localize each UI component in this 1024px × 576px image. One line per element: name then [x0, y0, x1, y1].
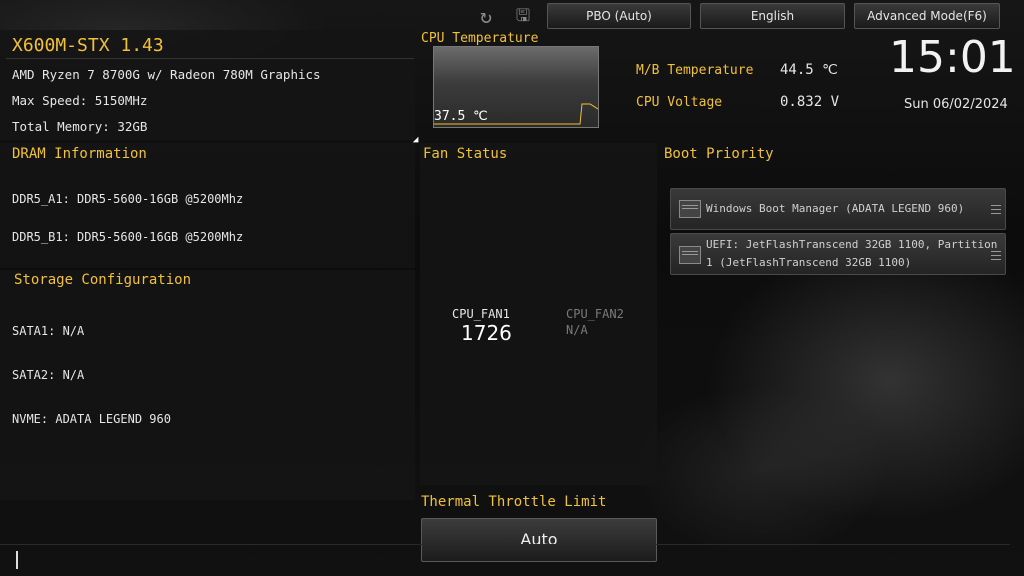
clock-date: Sun 06/02/2024	[904, 97, 1008, 112]
thermal-title: Thermal Throttle Limit	[421, 494, 607, 510]
storage-sata1: SATA1: N/A	[12, 324, 85, 338]
boot-item-label: UEFI: JetFlashTranscend 32GB 1100, Parti…	[706, 238, 998, 269]
dram-slot-b1: DDR5_B1: DDR5-5600-16GB @5200Mhz	[12, 230, 244, 244]
fan1-value: 1726	[461, 321, 512, 345]
storage-title: Storage Configuration	[14, 272, 192, 288]
storage-nvme: NVME: ADATA LEGEND 960	[12, 412, 171, 426]
clock-time: 15:01	[889, 32, 1016, 83]
drive-icon	[679, 200, 701, 218]
boot-item-1[interactable]: Windows Boot Manager (ADATA LEGEND 960)	[670, 188, 1006, 230]
divider	[6, 58, 414, 59]
boot-item-2[interactable]: UEFI: JetFlashTranscend 32GB 1100, Parti…	[670, 233, 1006, 275]
total-memory: Total Memory: 32GB	[12, 119, 148, 134]
fan-title: Fan Status	[423, 146, 508, 162]
fan1-label: CPU_FAN1	[452, 307, 510, 321]
dram-slot-a1: DDR5_A1: DDR5-5600-16GB @5200Mhz	[12, 192, 244, 206]
cpu-temp-title: CPU Temperature	[421, 31, 539, 46]
mb-temp-label: M/B Temperature	[636, 63, 754, 78]
storage-sata2: SATA2: N/A	[12, 368, 85, 382]
text-cursor	[16, 551, 18, 569]
max-speed: Max Speed: 5150MHz	[12, 93, 148, 108]
storage-panel	[0, 270, 415, 500]
cpu-name: AMD Ryzen 7 8700G w/ Radeon 780M Graphic…	[12, 67, 321, 82]
boot-item-label: Windows Boot Manager (ADATA LEGEND 960)	[706, 202, 965, 215]
cpu-voltage-label: CPU Voltage	[636, 95, 723, 110]
pbo-button[interactable]: PBO (Auto)	[547, 3, 691, 29]
drive-icon	[679, 246, 701, 264]
drag-handle-icon[interactable]	[991, 251, 1001, 260]
dram-title: DRAM Information	[12, 146, 147, 162]
drag-handle-icon[interactable]	[991, 205, 1001, 214]
fan2-value: N/A	[566, 323, 588, 337]
cpu-temp-value: 37.5 ℃	[434, 109, 488, 124]
boot-title: Boot Priority	[664, 146, 774, 162]
advanced-mode-button[interactable]: Advanced Mode(F6)	[854, 3, 1000, 29]
language-button[interactable]: English	[700, 3, 845, 29]
status-bar	[0, 544, 1010, 569]
refresh-icon[interactable]: ↻	[475, 5, 497, 27]
save-icon[interactable]: 🖫	[512, 5, 534, 27]
cpu-voltage-value: 0.832 V	[780, 94, 840, 110]
mb-temp-value: 44.5 ℃	[780, 62, 838, 78]
fan2-label: CPU_FAN2	[566, 307, 624, 321]
board-model: X600M-STX 1.43	[12, 35, 164, 56]
